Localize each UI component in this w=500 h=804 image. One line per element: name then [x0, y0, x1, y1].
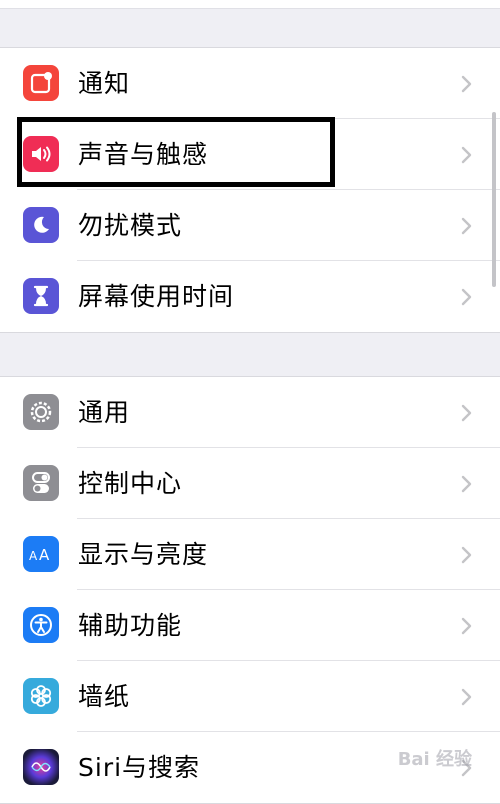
wallpaper-icon — [23, 678, 59, 714]
row-label: 辅助功能 — [78, 611, 183, 640]
row-label: Siri与搜索 — [78, 753, 201, 782]
settings-row-do-not-disturb[interactable]: 勿扰模式 — [0, 190, 500, 261]
settings-group-2: 通用 控制中心 AA 显示与亮度 辅助功能 墙纸 Siri与搜索 — [0, 376, 500, 804]
chevron-right-icon — [461, 75, 472, 93]
row-label: 勿扰模式 — [78, 211, 183, 240]
settings-row-general[interactable]: 通用 — [0, 377, 500, 448]
highlight-box — [17, 117, 335, 187]
row-label: 显示与亮度 — [78, 540, 209, 569]
siri-icon — [23, 749, 59, 785]
settings-row-accessibility[interactable]: 辅助功能 — [0, 590, 500, 661]
settings-row-control-center[interactable]: 控制中心 — [0, 448, 500, 519]
chevron-right-icon — [461, 617, 472, 635]
notifications-icon — [23, 65, 59, 101]
chevron-right-icon — [461, 288, 472, 306]
hourglass-icon — [23, 278, 59, 314]
gear-icon — [23, 394, 59, 430]
chevron-right-icon — [461, 217, 472, 235]
chevron-right-icon — [461, 475, 472, 493]
watermark: Bai 经验 — [397, 749, 472, 770]
row-label: 墙纸 — [78, 682, 131, 711]
settings-group-1: 通知 声音与触感 勿扰模式 屏幕使用时间 — [0, 47, 500, 333]
chevron-right-icon — [461, 404, 472, 422]
settings-row-notifications[interactable]: 通知 — [0, 48, 500, 119]
accessibility-icon — [23, 607, 59, 643]
row-label: 通知 — [78, 69, 131, 98]
moon-icon — [23, 207, 59, 243]
settings-row-screen-time[interactable]: 屏幕使用时间 — [0, 261, 500, 332]
row-label: 屏幕使用时间 — [78, 282, 235, 311]
svg-text:A: A — [39, 546, 50, 564]
top-strip — [0, 0, 500, 9]
svg-text:A: A — [29, 549, 38, 563]
row-label: 控制中心 — [78, 469, 183, 498]
toggles-icon — [23, 465, 59, 501]
scrollbar[interactable] — [492, 112, 496, 287]
text-size-icon: AA — [23, 536, 59, 572]
chevron-right-icon — [461, 146, 472, 164]
settings-row-display-brightness[interactable]: AA 显示与亮度 — [0, 519, 500, 590]
row-label: 通用 — [78, 398, 131, 427]
chevron-right-icon — [461, 688, 472, 706]
settings-row-wallpaper[interactable]: 墙纸 — [0, 661, 500, 732]
chevron-right-icon — [461, 546, 472, 564]
